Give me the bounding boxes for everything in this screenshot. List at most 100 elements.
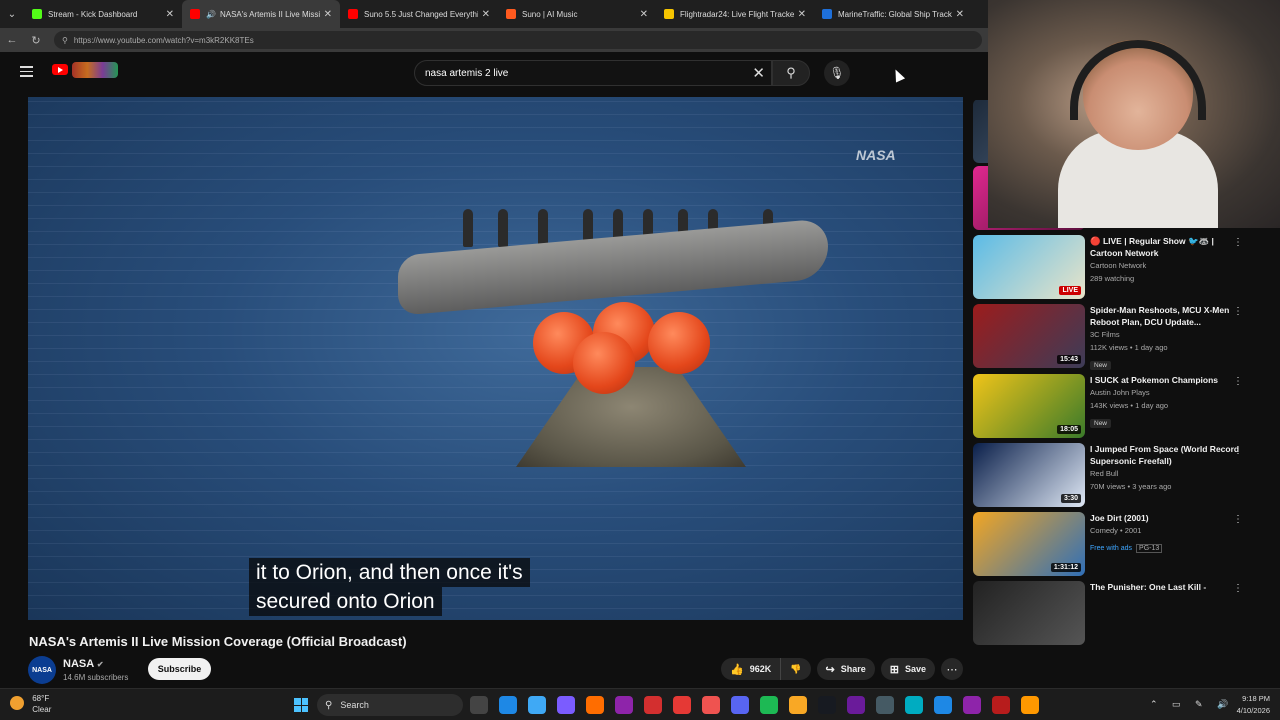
video-thumbnail[interactable]: 18:05	[973, 374, 1085, 438]
tab-list-icon[interactable]: ⌄	[0, 0, 24, 28]
more-options-icon[interactable]: ⋮	[1233, 237, 1243, 248]
new-badge: New	[1090, 419, 1112, 428]
video-title[interactable]: I SUCK at Pokemon Champions	[1090, 374, 1240, 386]
browser-tab[interactable]: Suno | AI Music ✕	[498, 0, 656, 28]
channel-name[interactable]: Cartoon Network	[1090, 259, 1240, 272]
video-thumbnail[interactable]	[973, 581, 1085, 645]
pinned-app-icon[interactable]	[818, 696, 836, 714]
recommended-video[interactable]: 1:31:12 Joe Dirt (2001) Comedy • 2001 Free …	[973, 512, 1273, 576]
clock[interactable]: 9:18 PM 4/10/2026	[1237, 693, 1270, 717]
youtube-logo-icon[interactable]	[52, 64, 68, 75]
system-tray-icons[interactable]: ⌃ ▭ ✎ 🔊	[1150, 699, 1234, 710]
more-options-icon[interactable]: ⋮	[1233, 376, 1243, 387]
more-actions-icon[interactable]: ⋯	[941, 658, 963, 680]
pinned-app-icon[interactable]	[673, 696, 691, 714]
browser-tab[interactable]: Flightradar24: Live Flight Tracker - ✕	[656, 0, 814, 28]
search-button[interactable]: ⚲	[772, 60, 810, 86]
site-info-icon[interactable]: ⚲	[62, 36, 68, 45]
youtube-doodle[interactable]	[72, 62, 118, 78]
weather-condition-text: Clear	[32, 705, 52, 714]
more-options-icon[interactable]: ⋮	[1233, 583, 1243, 594]
pinned-app-icon[interactable]	[731, 696, 749, 714]
pinned-app-icon[interactable]	[470, 696, 488, 714]
clock-date: 4/10/2026	[1236, 706, 1270, 715]
share-button[interactable]: ↪ Share	[816, 658, 875, 680]
recommended-video[interactable]: LIVE 🔴 LIVE | Regular Show 🐦🦝 | Cartoon N…	[973, 235, 1273, 299]
browser-tab[interactable]: Suno 5.5 Just Changed Everything ✕	[340, 0, 498, 28]
pinned-app-icon[interactable]	[992, 696, 1010, 714]
reload-icon[interactable]: ↻	[24, 34, 48, 47]
close-tab-icon[interactable]: ✕	[798, 9, 806, 20]
video-title[interactable]: Spider-Man Reshoots, MCU X-Men Reboot Pl…	[1090, 304, 1240, 328]
headset-icon	[1070, 40, 1206, 120]
close-tab-icon[interactable]: ✕	[324, 9, 332, 20]
url-field[interactable]: ⚲ https://www.youtube.com/watch?v=m3kR2K…	[54, 31, 982, 49]
browser-tab[interactable]: 🔊 NASA's Artemis II Live Missio ✕	[182, 0, 340, 28]
video-captions: it to Orion, and then once it's secured …	[249, 558, 530, 616]
pinned-app-icon[interactable]	[586, 696, 604, 714]
close-tab-icon[interactable]: ✕	[482, 9, 490, 20]
water-ripple	[28, 127, 963, 128]
weather-widget[interactable]: 68°F Clear	[10, 693, 51, 715]
recommended-video[interactable]: 18:05 I SUCK at Pokemon Champions Austin J…	[973, 374, 1273, 438]
pinned-app-icon[interactable]	[847, 696, 865, 714]
video-title[interactable]: I Jumped From Space (World Record Supers…	[1090, 443, 1240, 467]
recommended-video[interactable]: 3:30 I Jumped From Space (World Record Su…	[973, 443, 1273, 507]
video-player[interactable]: NASA	[28, 97, 963, 620]
video-meta: Spider-Man Reshoots, MCU X-Men Reboot Pl…	[1090, 304, 1240, 372]
back-icon[interactable]: ←	[0, 34, 24, 46]
like-button[interactable]: 👍 962K	[721, 658, 782, 680]
close-tab-icon[interactable]: ✕	[166, 9, 174, 20]
water-ripple	[28, 426, 963, 427]
video-title[interactable]: The Punisher: One Last Kill -	[1090, 581, 1240, 593]
more-options-icon[interactable]: ⋮	[1233, 514, 1243, 525]
search-input[interactable]: nasa artemis 2 live ✕	[414, 60, 772, 86]
pinned-app-icon[interactable]	[528, 696, 546, 714]
recommended-video[interactable]: The Punisher: One Last Kill - ⋮	[973, 581, 1273, 645]
pinned-app-icon[interactable]	[499, 696, 517, 714]
pinned-app-icon[interactable]	[702, 696, 720, 714]
pinned-app-icon[interactable]	[1021, 696, 1039, 714]
pinned-app-icon[interactable]	[615, 696, 633, 714]
more-options-icon[interactable]: ⋮	[1233, 445, 1243, 456]
pinned-app-icon[interactable]	[760, 696, 778, 714]
taskbar-search-box[interactable]: ⚲ Search	[317, 694, 463, 716]
pinned-app-icon[interactable]	[876, 696, 894, 714]
video-title[interactable]: 🔴 LIVE | Regular Show 🐦🦝 | Cartoon Netwo…	[1090, 235, 1240, 259]
video-title[interactable]: Joe Dirt (2001)	[1090, 512, 1240, 524]
audio-icon[interactable]: 🔊	[206, 10, 216, 19]
subscribe-button[interactable]: Subscribe	[148, 658, 211, 680]
channel-name[interactable]: NASA ✔	[63, 658, 104, 670]
video-thumbnail[interactable]: 1:31:12	[973, 512, 1085, 576]
recommended-video[interactable]: 15:43 Spider-Man Reshoots, MCU X-Men Rebo…	[973, 304, 1273, 370]
browser-tab[interactable]: MarineTraffic: Global Ship Tracking ✕	[814, 0, 972, 28]
pinned-app-icon[interactable]	[644, 696, 662, 714]
save-button[interactable]: ⊞ Save	[880, 658, 935, 680]
video-meta: The Punisher: One Last Kill -	[1090, 581, 1240, 593]
water-ripple	[28, 452, 963, 453]
close-tab-icon[interactable]: ✕	[956, 9, 964, 20]
dislike-button[interactable]: 👎	[781, 658, 811, 680]
voice-search-icon[interactable]: 🎙	[824, 60, 850, 86]
water-ripple	[28, 439, 963, 440]
channel-name[interactable]: 3C Films	[1090, 328, 1240, 341]
browser-tab-bar: ⌄ Stream - Kick Dashboard ✕ 🔊 NASA's Artemi…	[0, 0, 990, 28]
video-thumbnail[interactable]: 15:43	[973, 304, 1085, 368]
pinned-app-icon[interactable]	[557, 696, 575, 714]
pinned-app-icon[interactable]	[905, 696, 923, 714]
video-thumbnail[interactable]: LIVE	[973, 235, 1085, 299]
channel-name[interactable]: Red Bull	[1090, 467, 1240, 480]
channel-name[interactable]: Comedy • 2001	[1090, 524, 1240, 537]
windows-start-icon[interactable]	[294, 698, 308, 712]
pinned-app-icon[interactable]	[963, 696, 981, 714]
browser-tab[interactable]: Stream - Kick Dashboard ✕	[24, 0, 182, 28]
more-options-icon[interactable]: ⋮	[1233, 306, 1243, 317]
channel-name[interactable]: Austin John Plays	[1090, 386, 1240, 399]
video-thumbnail[interactable]: 3:30	[973, 443, 1085, 507]
close-tab-icon[interactable]: ✕	[640, 9, 648, 20]
pinned-app-icon[interactable]	[789, 696, 807, 714]
clear-search-icon[interactable]: ✕	[752, 64, 765, 82]
menu-icon[interactable]	[20, 66, 33, 80]
pinned-app-icon[interactable]	[934, 696, 952, 714]
channel-avatar[interactable]: NASA	[28, 656, 56, 684]
